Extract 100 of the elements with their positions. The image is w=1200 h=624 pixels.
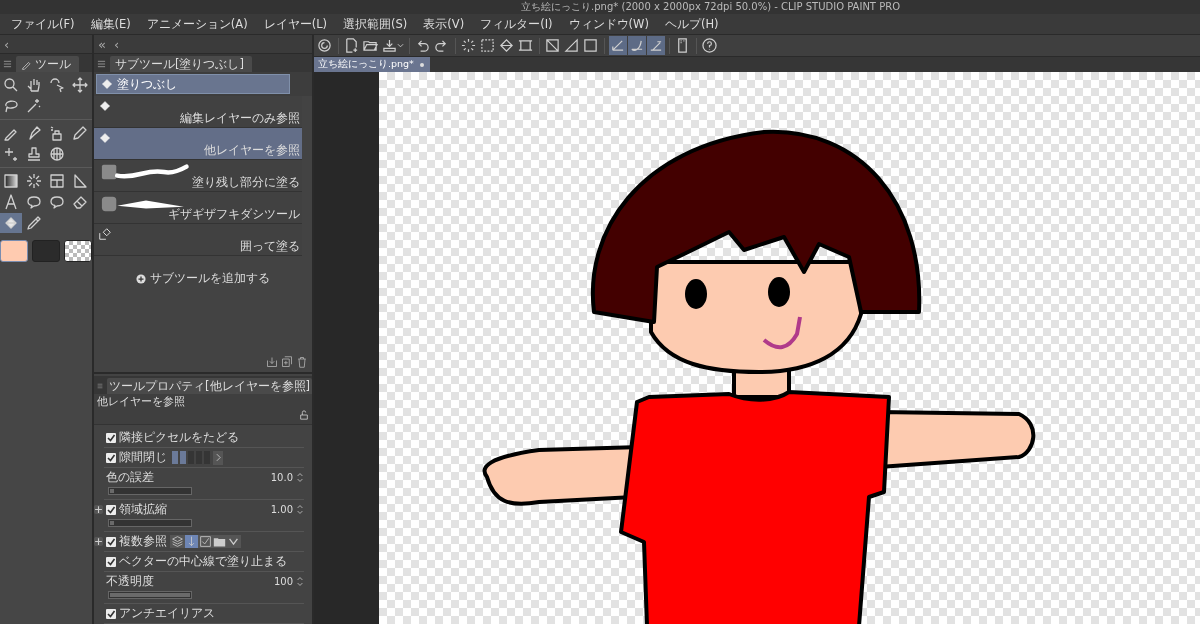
menu-item[interactable]: ヘルプ(H) xyxy=(657,15,726,33)
canvas[interactable] xyxy=(379,72,1200,624)
panel-tab[interactable]: ツールプロパティ[他レイヤーを参照] xyxy=(107,378,312,394)
spinner-icon[interactable] xyxy=(296,472,304,483)
collapse-button[interactable]: « xyxy=(98,37,106,51)
speech-balloon-icon xyxy=(49,194,65,210)
document-tab[interactable]: 立ち絵にっこり.png* xyxy=(314,57,430,72)
chevron-right-icon xyxy=(215,453,221,462)
checkbox[interactable] xyxy=(106,432,116,443)
expand-button[interactable] xyxy=(94,537,103,546)
dashed-square-button[interactable] xyxy=(479,36,497,55)
expand-button[interactable] xyxy=(94,505,103,514)
copy-icon[interactable] xyxy=(281,356,293,368)
add-subtool-button[interactable]: サブツールを追加する xyxy=(130,270,276,287)
text-icon xyxy=(3,194,19,210)
checkbox[interactable] xyxy=(106,536,116,547)
property-label: 複数参照 xyxy=(119,534,167,549)
pen-nib-icon xyxy=(26,125,42,141)
globe-icon xyxy=(49,146,65,162)
property-label: 隣接ピクセルをたどる xyxy=(119,430,239,445)
value-text: 10.0 xyxy=(270,472,293,483)
ruler-snap-button[interactable] xyxy=(609,36,627,55)
preset-name: 他レイヤーを参照 xyxy=(97,395,185,409)
pencil-icon xyxy=(72,125,88,141)
save-icon[interactable] xyxy=(266,356,278,368)
layers-icon xyxy=(171,535,184,548)
gap-level-selector[interactable] xyxy=(172,451,210,464)
menu-item[interactable]: 編集(E) xyxy=(83,15,138,33)
export-icon xyxy=(382,38,397,53)
grid-snap-icon xyxy=(648,38,663,53)
trash-icon[interactable] xyxy=(296,356,308,368)
subtool-item[interactable]: 他レイヤーを参照 xyxy=(94,128,302,160)
half-square-button[interactable] xyxy=(563,36,581,55)
curve-snap-button[interactable] xyxy=(628,36,646,55)
menu-item[interactable]: 選択範囲(S) xyxy=(336,15,415,33)
checkbox-icon xyxy=(199,535,212,548)
back-button[interactable]: ‹ xyxy=(4,37,10,51)
checkbox[interactable] xyxy=(106,556,116,567)
menu-item[interactable]: レイヤー(L) xyxy=(256,15,335,33)
tool-button[interactable] xyxy=(0,213,22,233)
square-button[interactable] xyxy=(582,36,600,55)
stamp-icon xyxy=(26,146,42,162)
spinner-icon[interactable] xyxy=(296,504,304,515)
spinner-icon[interactable] xyxy=(296,576,304,587)
value-text: 1.00 xyxy=(270,504,293,515)
property-label: 領域拡縮 xyxy=(119,502,167,517)
panel-tab[interactable]: ツール xyxy=(16,56,79,72)
magic-wand-icon xyxy=(26,98,42,114)
color-swatch[interactable] xyxy=(32,240,60,262)
curve-snap-icon xyxy=(629,38,644,53)
sparkle-icon xyxy=(3,146,19,162)
hand-icon xyxy=(26,77,42,93)
checkbox[interactable] xyxy=(106,504,116,515)
plus-icon xyxy=(136,273,146,284)
airbrush-icon xyxy=(49,125,65,141)
burst-icon xyxy=(26,173,42,189)
back-button[interactable]: ‹ xyxy=(113,37,120,51)
checkbox[interactable] xyxy=(106,452,116,463)
checkbox[interactable] xyxy=(106,608,116,619)
lasso-icon xyxy=(3,98,19,114)
reference-selector[interactable] xyxy=(170,535,241,548)
slider-track[interactable] xyxy=(108,487,192,495)
transform-icon xyxy=(518,38,533,53)
eraser-icon xyxy=(72,194,88,210)
move-icon xyxy=(72,77,88,93)
tab-label: ツール xyxy=(35,56,71,72)
more-button[interactable] xyxy=(213,450,223,465)
crossed-square-button[interactable] xyxy=(544,36,562,55)
color-swatch[interactable] xyxy=(0,240,28,262)
slider-track[interactable] xyxy=(108,519,192,527)
dotted-circle-button[interactable] xyxy=(460,36,478,55)
menu-item[interactable]: フィルター(I) xyxy=(473,15,560,33)
property-label: ベクターの中心線で塗り止まる xyxy=(119,554,287,569)
transparent-swatch[interactable] xyxy=(64,240,92,262)
menu-item[interactable]: ウィンドウ(W) xyxy=(561,15,656,33)
menu-item[interactable]: ファイル(F) xyxy=(4,15,82,33)
menu-icon[interactable] xyxy=(3,60,12,68)
gradient-icon xyxy=(3,173,19,189)
new-file-icon xyxy=(344,38,359,53)
speech-balloon-icon xyxy=(26,194,42,210)
search-icon xyxy=(3,77,19,93)
plus-icon xyxy=(94,537,103,546)
menu-icon[interactable] xyxy=(97,60,106,68)
triangle-ruler-icon xyxy=(72,173,88,189)
eyedropper-icon xyxy=(26,215,42,231)
property-label: 隙間閉じ xyxy=(119,450,167,465)
panel-tab[interactable]: サブツール[塗りつぶし] xyxy=(110,56,252,72)
subtool-group-tab[interactable]: 塗りつぶし xyxy=(96,74,290,94)
property-label: 色の誤差 xyxy=(106,470,154,485)
swirl-button[interactable] xyxy=(316,36,334,55)
property-label: 不透明度 xyxy=(106,574,154,589)
swirl-icon xyxy=(317,38,332,53)
menu-item[interactable]: アニメーション(A) xyxy=(139,15,255,33)
grid-snap-button[interactable] xyxy=(647,36,665,55)
help-button[interactable] xyxy=(701,36,719,55)
square-icon xyxy=(583,38,598,53)
plus-icon xyxy=(94,505,103,514)
menu-item[interactable]: 表示(V) xyxy=(416,15,472,33)
folder-icon xyxy=(213,535,226,548)
lock-icon[interactable] xyxy=(299,410,309,420)
